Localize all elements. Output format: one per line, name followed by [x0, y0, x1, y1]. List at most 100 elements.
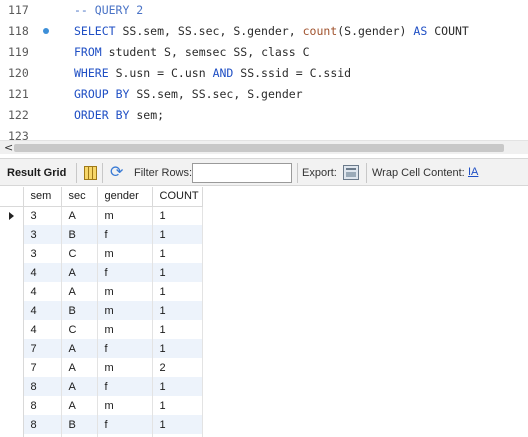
cell-gender[interactable]: f	[97, 263, 153, 282]
editor-horizontal-scrollbar[interactable]: <	[0, 140, 528, 154]
row-indicator[interactable]	[0, 320, 24, 339]
column-header-gender[interactable]: gender	[97, 187, 153, 207]
cell-sem[interactable]: 4	[23, 282, 62, 301]
cell-sec[interactable]: C	[61, 244, 98, 263]
cell-sem[interactable]: 7	[23, 339, 62, 358]
table-row[interactable]: 3Am1	[0, 206, 203, 225]
row-indicator[interactable]	[0, 225, 24, 244]
table-row[interactable]: 4Am1	[0, 282, 203, 301]
cell-sec[interactable]: A	[61, 339, 98, 358]
cell-sec[interactable]: A	[61, 282, 98, 301]
cell-sem[interactable]: 3	[23, 225, 62, 244]
cell-sec[interactable]: A	[61, 206, 98, 225]
table-row[interactable]: 7Am2	[0, 358, 203, 377]
scrollbar-thumb[interactable]	[14, 144, 504, 152]
cell-sem[interactable]: 4	[23, 301, 62, 320]
filter-rows-input[interactable]	[192, 163, 292, 183]
statement-marker-icon	[43, 28, 49, 34]
table-row[interactable]: 4Cm1	[0, 320, 203, 339]
cell-count[interactable]: 1	[152, 282, 203, 301]
row-indicator[interactable]	[0, 263, 24, 282]
sql-editor[interactable]: 117 -- QUERY 2 118 SELECT SS.sem, SS.sec…	[0, 0, 528, 143]
cell-sem[interactable]: 8	[23, 377, 62, 396]
table-row[interactable]: 8Bf1	[0, 415, 203, 434]
cell-count[interactable]: 1	[152, 244, 203, 263]
cell-count[interactable]: 1	[152, 301, 203, 320]
cell-sec[interactable]: A	[61, 263, 98, 282]
column-header-sem[interactable]: sem	[23, 187, 62, 207]
cell-gender[interactable]: f	[97, 225, 153, 244]
column-header-count[interactable]: COUNT	[152, 187, 203, 207]
row-indicator[interactable]	[0, 339, 24, 358]
table-row[interactable]: 7Af1	[0, 339, 203, 358]
cell-sem[interactable]: 3	[23, 244, 62, 263]
code-line[interactable]: 122 ORDER BY sem;	[0, 105, 528, 126]
cell-count[interactable]: 1	[152, 206, 203, 225]
row-indicator[interactable]	[0, 396, 24, 415]
scroll-left-icon[interactable]: <	[4, 141, 13, 154]
refresh-icon[interactable]: ⟳	[110, 163, 123, 181]
row-indicator[interactable]	[0, 301, 24, 320]
cell-gender[interactable]: f	[97, 415, 153, 434]
row-indicator[interactable]	[0, 244, 24, 263]
cell-count[interactable]: 1	[152, 377, 203, 396]
row-indicator[interactable]	[0, 282, 24, 301]
cell-sec[interactable]: A	[61, 377, 98, 396]
cell-sec[interactable]: B	[61, 415, 98, 434]
code-text[interactable]: FROM student S, semsec SS, class C	[74, 42, 310, 63]
row-indicator[interactable]	[0, 415, 24, 434]
cell-sec[interactable]: B	[61, 301, 98, 320]
cell-sem[interactable]: 4	[23, 263, 62, 282]
cell-count[interactable]: 1	[152, 320, 203, 339]
cell-count[interactable]: 1	[152, 415, 203, 434]
table-row[interactable]: 4Af1	[0, 263, 203, 282]
table-row[interactable]: 3Cm1	[0, 244, 203, 263]
grid-view-icon[interactable]	[84, 166, 97, 180]
code-text[interactable]: GROUP BY SS.sem, SS.sec, S.gender	[74, 84, 303, 105]
row-indicator[interactable]	[0, 358, 24, 377]
cell-gender[interactable]: m	[97, 320, 153, 339]
cell-sem[interactable]: 8	[23, 396, 62, 415]
code-line[interactable]: 118 SELECT SS.sem, SS.sec, S.gender, cou…	[0, 21, 528, 42]
code-line[interactable]: 120 WHERE S.usn = C.usn AND SS.ssid = C.…	[0, 63, 528, 84]
table-row[interactable]: 4Bm1	[0, 301, 203, 320]
cell-gender[interactable]: m	[97, 358, 153, 377]
cell-sem[interactable]: 4	[23, 320, 62, 339]
cell-sec[interactable]: A	[61, 396, 98, 415]
export-icon[interactable]	[343, 165, 359, 180]
cell-gender[interactable]: m	[97, 244, 153, 263]
cell-count[interactable]: 1	[152, 339, 203, 358]
cell-sec[interactable]: A	[61, 358, 98, 377]
cell-sec[interactable]: C	[61, 320, 98, 339]
line-number: 120	[8, 66, 29, 80]
cell-count[interactable]: 1	[152, 263, 203, 282]
wrap-cell-content-icon[interactable]: IA	[468, 165, 478, 180]
cell-gender[interactable]: m	[97, 282, 153, 301]
table-row[interactable]: 8Af1	[0, 377, 203, 396]
column-header-sec[interactable]: sec	[61, 187, 98, 207]
code-text[interactable]: WHERE S.usn = C.usn AND SS.ssid = C.ssid	[74, 63, 351, 84]
code-line[interactable]: 119 FROM student S, semsec SS, class C	[0, 42, 528, 63]
row-indicator[interactable]	[0, 377, 24, 396]
cell-gender[interactable]: m	[97, 206, 153, 225]
cell-sem[interactable]: 7	[23, 358, 62, 377]
code-text[interactable]: SELECT SS.sem, SS.sec, S.gender, count(S…	[74, 21, 469, 42]
cell-count[interactable]: 1	[152, 225, 203, 244]
table-row[interactable]: 3Bf1	[0, 225, 203, 244]
result-grid-tab[interactable]: Result Grid	[7, 164, 66, 182]
cell-gender[interactable]: m	[97, 396, 153, 415]
code-text[interactable]: ORDER BY sem;	[74, 105, 164, 126]
cell-sem[interactable]: 8	[23, 415, 62, 434]
cell-gender[interactable]: f	[97, 339, 153, 358]
cell-gender[interactable]: m	[97, 301, 153, 320]
table-row[interactable]: 8Am1	[0, 396, 203, 415]
code-text[interactable]: -- QUERY 2	[74, 0, 143, 21]
code-line[interactable]: 117 -- QUERY 2	[0, 0, 528, 21]
cell-count[interactable]: 2	[152, 358, 203, 377]
cell-sem[interactable]: 3	[23, 206, 62, 225]
cell-sec[interactable]: B	[61, 225, 98, 244]
code-line[interactable]: 121 GROUP BY SS.sem, SS.sec, S.gender	[0, 84, 528, 105]
cell-gender[interactable]: f	[97, 377, 153, 396]
row-indicator[interactable]	[0, 206, 24, 225]
cell-count[interactable]: 1	[152, 396, 203, 415]
